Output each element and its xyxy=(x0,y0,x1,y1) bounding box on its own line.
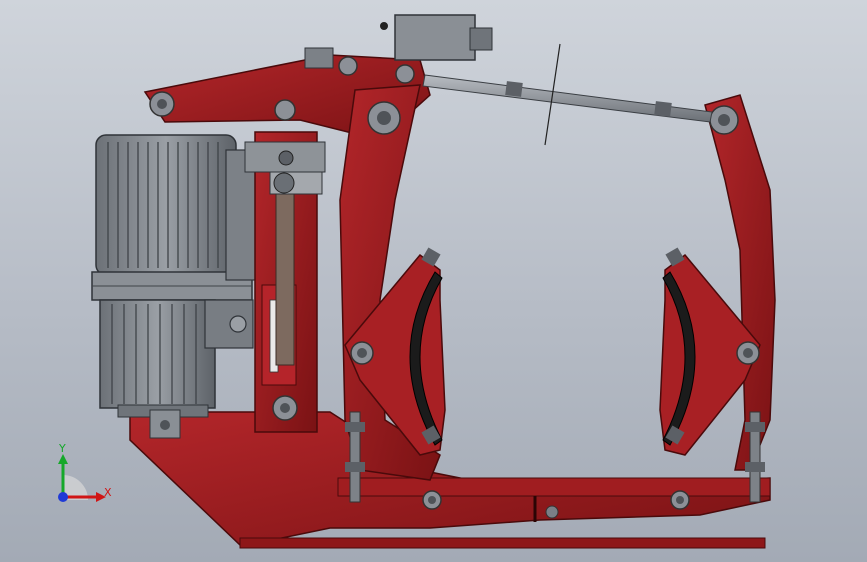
brake-assembly-drawing: Y X xyxy=(58,14,776,549)
electro-hydraulic-thruster-motor xyxy=(91,134,257,439)
z-axis-dot xyxy=(58,492,68,502)
limit-switch xyxy=(304,14,493,69)
x-axis-label: X xyxy=(104,486,112,499)
coordinate-triad: Y X xyxy=(58,442,112,502)
cad-viewport[interactable]: Y X xyxy=(0,0,867,562)
thruster-push-rod xyxy=(244,131,326,433)
y-arrow-head xyxy=(58,454,68,464)
y-axis-label: Y xyxy=(58,442,66,455)
